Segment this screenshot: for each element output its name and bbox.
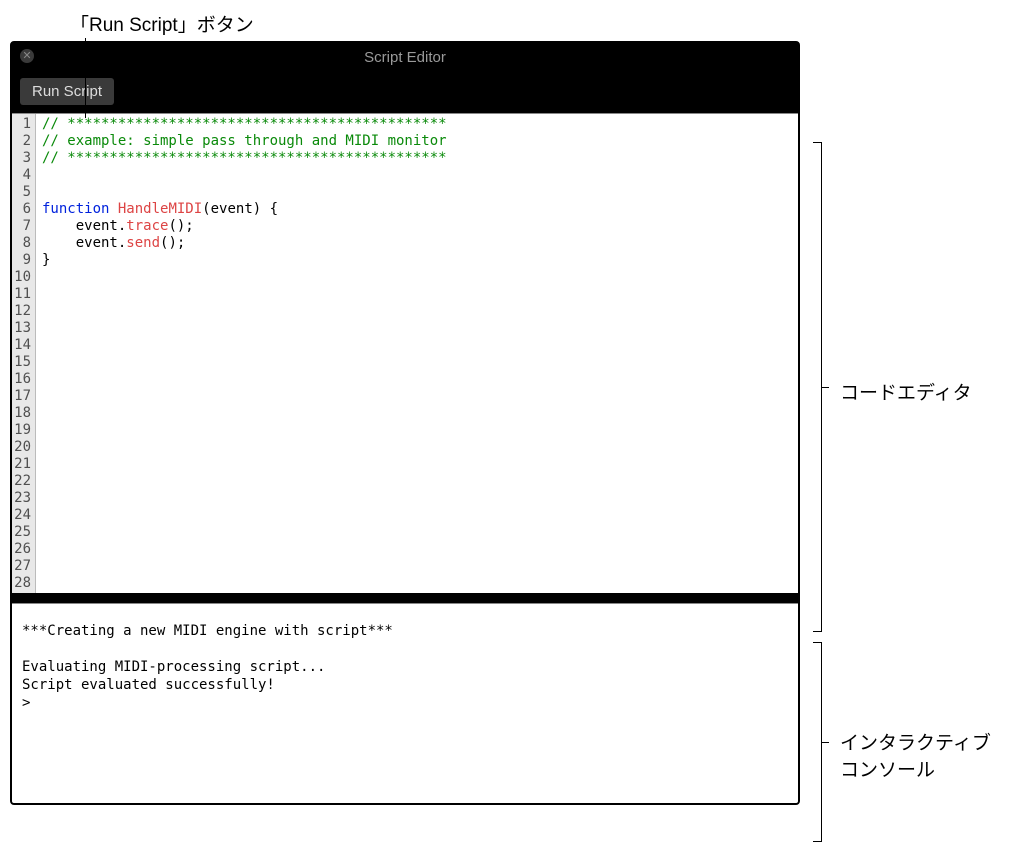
code-line <box>42 167 792 184</box>
code-line <box>42 354 792 371</box>
line-number: 10 <box>14 269 31 286</box>
line-number: 19 <box>14 422 31 439</box>
line-number: 3 <box>14 150 31 167</box>
line-number: 25 <box>14 524 31 541</box>
code-line: } <box>42 252 792 269</box>
line-number: 13 <box>14 320 31 337</box>
annotation-interactive-console: インタラクティブ コンソール <box>840 728 991 782</box>
line-number: 23 <box>14 490 31 507</box>
window-titlebar: ✕ Script Editor <box>12 43 798 72</box>
line-number: 8 <box>14 235 31 252</box>
code-line <box>42 524 792 541</box>
code-line <box>42 422 792 439</box>
code-line <box>42 575 792 592</box>
line-number: 6 <box>14 201 31 218</box>
line-number: 28 <box>14 575 31 592</box>
code-line <box>42 388 792 405</box>
line-number: 11 <box>14 286 31 303</box>
line-number: 14 <box>14 337 31 354</box>
annotation-run-button: 「Run Script」ボタン <box>70 10 1017 37</box>
code-line: function HandleMIDI(event) { <box>42 201 792 218</box>
bracket-code-editor <box>810 142 822 632</box>
code-line: // *************************************… <box>42 150 792 167</box>
code-line: event.trace(); <box>42 218 792 235</box>
line-number: 26 <box>14 541 31 558</box>
code-line <box>42 405 792 422</box>
code-content[interactable]: // *************************************… <box>36 114 798 593</box>
line-number: 21 <box>14 456 31 473</box>
line-number: 17 <box>14 388 31 405</box>
code-line <box>42 473 792 490</box>
code-line <box>42 490 792 507</box>
script-editor-window: ✕ Script Editor Run Script 1234567891011… <box>10 41 800 805</box>
line-number: 16 <box>14 371 31 388</box>
code-line <box>42 337 792 354</box>
line-number: 12 <box>14 303 31 320</box>
code-line <box>42 184 792 201</box>
code-line <box>42 456 792 473</box>
line-number: 15 <box>14 354 31 371</box>
code-editor[interactable]: 1234567891011121314151617181920212223242… <box>12 113 798 593</box>
line-number: 20 <box>14 439 31 456</box>
line-gutter: 1234567891011121314151617181920212223242… <box>12 114 36 593</box>
pane-divider[interactable] <box>12 593 798 603</box>
code-line <box>42 303 792 320</box>
close-icon[interactable]: ✕ <box>20 49 34 63</box>
code-line: event.send(); <box>42 235 792 252</box>
run-script-button[interactable]: Run Script <box>20 78 114 105</box>
code-line: // *************************************… <box>42 116 792 133</box>
line-number: 24 <box>14 507 31 524</box>
code-line <box>42 541 792 558</box>
code-line <box>42 439 792 456</box>
line-number: 1 <box>14 116 31 133</box>
bracket-interactive-console <box>810 642 822 842</box>
code-line: // example: simple pass through and MIDI… <box>42 133 792 150</box>
toolbar: Run Script <box>12 72 798 113</box>
code-line <box>42 269 792 286</box>
code-line <box>42 507 792 524</box>
code-line <box>42 320 792 337</box>
line-number: 7 <box>14 218 31 235</box>
line-number: 9 <box>14 252 31 269</box>
line-number: 4 <box>14 167 31 184</box>
interactive-console[interactable]: ***Creating a new MIDI engine with scrip… <box>12 603 798 803</box>
code-line <box>42 286 792 303</box>
code-line <box>42 371 792 388</box>
line-number: 22 <box>14 473 31 490</box>
line-number: 27 <box>14 558 31 575</box>
line-number: 5 <box>14 184 31 201</box>
annotation-code-editor: コードエディタ <box>840 378 972 405</box>
window-title: Script Editor <box>364 49 446 66</box>
line-number: 18 <box>14 405 31 422</box>
line-number: 2 <box>14 133 31 150</box>
code-line <box>42 558 792 575</box>
